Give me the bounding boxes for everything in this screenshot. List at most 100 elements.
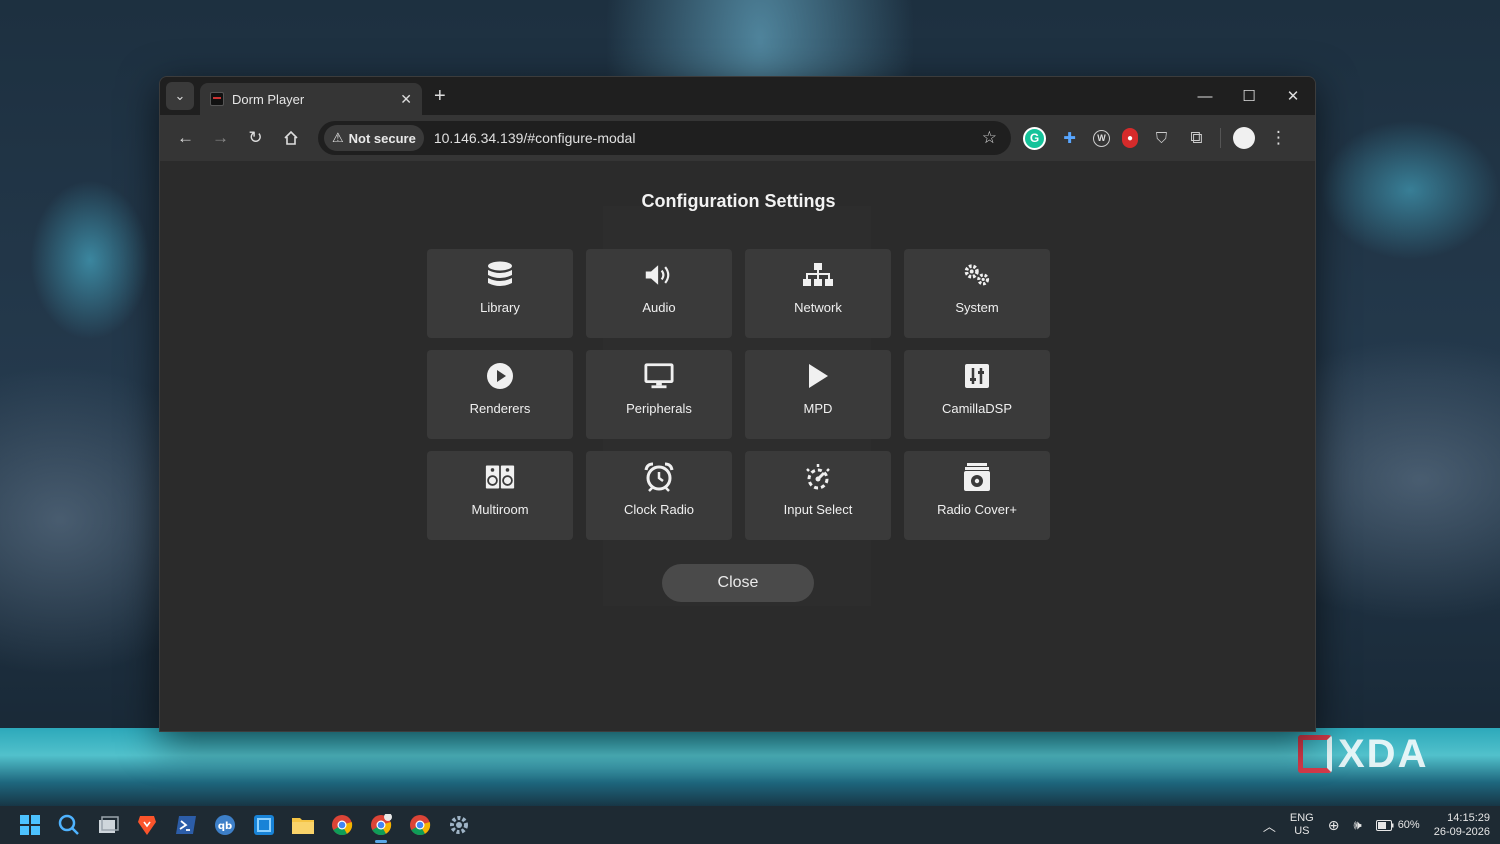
volume-icon <box>644 260 674 290</box>
clock-time: 14:15:29 <box>1447 812 1490 824</box>
minimize-button[interactable]: — <box>1183 77 1227 115</box>
reload-button[interactable]: ↻ <box>238 122 273 154</box>
tile-label: Input Select <box>783 502 853 517</box>
chevron-up-icon[interactable]: ︿ <box>1263 816 1276 835</box>
chrome-profile-icon[interactable] <box>367 811 395 843</box>
tab-strip: ⌄ Dorm Player ✕ + — ☐ ✕ <box>160 77 1315 115</box>
home-button[interactable] <box>273 122 308 154</box>
gears-icon <box>962 260 992 290</box>
tab-search-button[interactable]: ⌄ <box>166 82 194 110</box>
address-bar[interactable]: ⚠ Not secure 10.146.34.139/#configure-mo… <box>318 121 1011 155</box>
profile-avatar[interactable] <box>1233 127 1255 149</box>
radio-cover-tile[interactable]: Radio Cover+ <box>904 451 1050 540</box>
system-tile[interactable]: System <box>904 249 1050 338</box>
maximize-button[interactable]: ☐ <box>1227 77 1271 115</box>
language-indicator[interactable]: ENG US <box>1290 812 1314 838</box>
system-tray: ︿ ENG US ⊕ 🕪 60% 14:15:29 26-09-2026 <box>1263 806 1490 844</box>
reload-icon: ↻ <box>248 128 263 147</box>
brave-browser-icon[interactable] <box>133 811 161 839</box>
close-window-button[interactable]: ✕ <box>1271 77 1315 115</box>
taskbar-apps: qb <box>16 811 473 843</box>
favicon-icon <box>210 92 224 106</box>
tile-label: Renderers <box>469 401 531 416</box>
wallpaper-water <box>0 728 1500 806</box>
clock-radio-tile[interactable]: Clock Radio <box>586 451 732 540</box>
taskbar: qb ︿ ENG US ⊕ 🕪 60% 14:15:29 26-09-2026 <box>0 806 1500 844</box>
battery-percent: 60% <box>1397 819 1420 831</box>
extensions-puzzle-icon[interactable]: ⧉ <box>1185 127 1208 150</box>
multiroom-tile[interactable]: Multiroom <box>427 451 573 540</box>
battery-icon <box>1375 819 1394 831</box>
bookmark-star-icon[interactable]: ☆ <box>982 128 997 148</box>
tile-label: Network <box>794 300 842 315</box>
input-select-icon <box>803 462 833 492</box>
xda-logo-mark <box>1298 735 1332 773</box>
chrome-icon[interactable] <box>328 811 356 839</box>
speaker-icon[interactable]: 🕪 <box>1353 817 1361 833</box>
chevron-down-icon: ⌄ <box>174 88 186 103</box>
tile-label: Audio <box>642 300 676 315</box>
tile-label: Peripherals <box>626 401 692 416</box>
task-view-icon[interactable] <box>94 811 122 839</box>
security-chip[interactable]: ⚠ Not secure <box>324 125 424 151</box>
database-icon <box>485 260 515 290</box>
back-button[interactable]: ← <box>168 122 203 154</box>
qbittorrent-icon[interactable]: qb <box>211 811 239 839</box>
tab-dorm-player[interactable]: Dorm Player ✕ <box>200 83 422 115</box>
forward-button[interactable]: → <box>203 122 238 154</box>
tile-label: Clock Radio <box>623 502 695 517</box>
wallpaper-glow <box>30 180 150 340</box>
region-code: US <box>1294 825 1310 837</box>
arrow-right-icon: → <box>212 128 229 147</box>
tab-title: Dorm Player <box>232 91 305 107</box>
red-extension-icon[interactable]: ● <box>1122 128 1138 148</box>
grammarly-extension-icon[interactable]: G <box>1023 126 1046 150</box>
tile-label: System <box>955 300 999 315</box>
browser-toolbar: ← → ↻ ⚠ Not secure 10.146.34.139/#config… <box>160 115 1315 161</box>
new-tab-button[interactable]: + <box>434 85 446 108</box>
kebab-menu-icon[interactable]: ⋮ <box>1267 127 1290 150</box>
network-globe-icon[interactable]: ⊕ <box>1328 817 1340 834</box>
tile-label: Library <box>480 300 520 315</box>
url-text[interactable]: 10.146.34.139/#configure-modal <box>434 130 636 146</box>
wallpaper-glow <box>1320 120 1500 260</box>
chrome-alt-icon[interactable] <box>406 811 434 839</box>
camilladsp-tile[interactable]: CamillaDSP <box>904 350 1050 439</box>
w-extension-icon[interactable]: W <box>1093 129 1110 147</box>
tile-label: Multiroom <box>471 502 529 517</box>
sliders-icon <box>962 361 992 391</box>
search-icon[interactable] <box>55 811 83 839</box>
security-label: Not secure <box>348 130 416 146</box>
play-circle-icon <box>485 361 515 391</box>
remote-desktop-icon[interactable] <box>250 811 278 839</box>
shield-extension-icon[interactable]: ⛉ <box>1150 127 1173 150</box>
extensions-row: G ✚ W ● ⛉ ⧉ ⋮ <box>1023 126 1290 150</box>
windows-start-icon[interactable] <box>16 811 44 839</box>
page-content: Configuration Settings Library Audio Net… <box>160 161 1315 731</box>
radio-cover-icon <box>962 462 992 492</box>
input-select-tile[interactable]: Input Select <box>745 451 891 540</box>
peripherals-tile[interactable]: Peripherals <box>586 350 732 439</box>
arrow-left-icon: ← <box>177 128 194 147</box>
library-tile[interactable]: Library <box>427 249 573 338</box>
clock[interactable]: 14:15:29 26-09-2026 <box>1434 811 1490 839</box>
tile-label: Radio Cover+ <box>937 502 1017 517</box>
network-icon <box>803 260 833 290</box>
battery-indicator[interactable]: 60% <box>1375 819 1420 831</box>
modal-title: Configuration Settings <box>641 191 836 211</box>
network-tile[interactable]: Network <box>745 249 891 338</box>
clock-date: 26-09-2026 <box>1433 826 1490 838</box>
puzzle-blue-extension-icon[interactable]: ✚ <box>1058 127 1081 150</box>
lang-code: ENG <box>1289 812 1314 824</box>
close-button[interactable]: Close <box>662 564 814 602</box>
audio-tile[interactable]: Audio <box>586 249 732 338</box>
settings-gear-icon[interactable] <box>445 811 473 839</box>
file-explorer-icon[interactable] <box>289 811 317 839</box>
speakers-icon <box>485 462 515 492</box>
mpd-tile[interactable]: MPD <box>745 350 891 439</box>
renderers-tile[interactable]: Renderers <box>427 350 573 439</box>
powershell-icon[interactable] <box>172 811 200 839</box>
home-icon <box>283 130 298 145</box>
alarm-clock-icon <box>644 462 674 492</box>
close-tab-icon[interactable]: ✕ <box>400 91 412 108</box>
